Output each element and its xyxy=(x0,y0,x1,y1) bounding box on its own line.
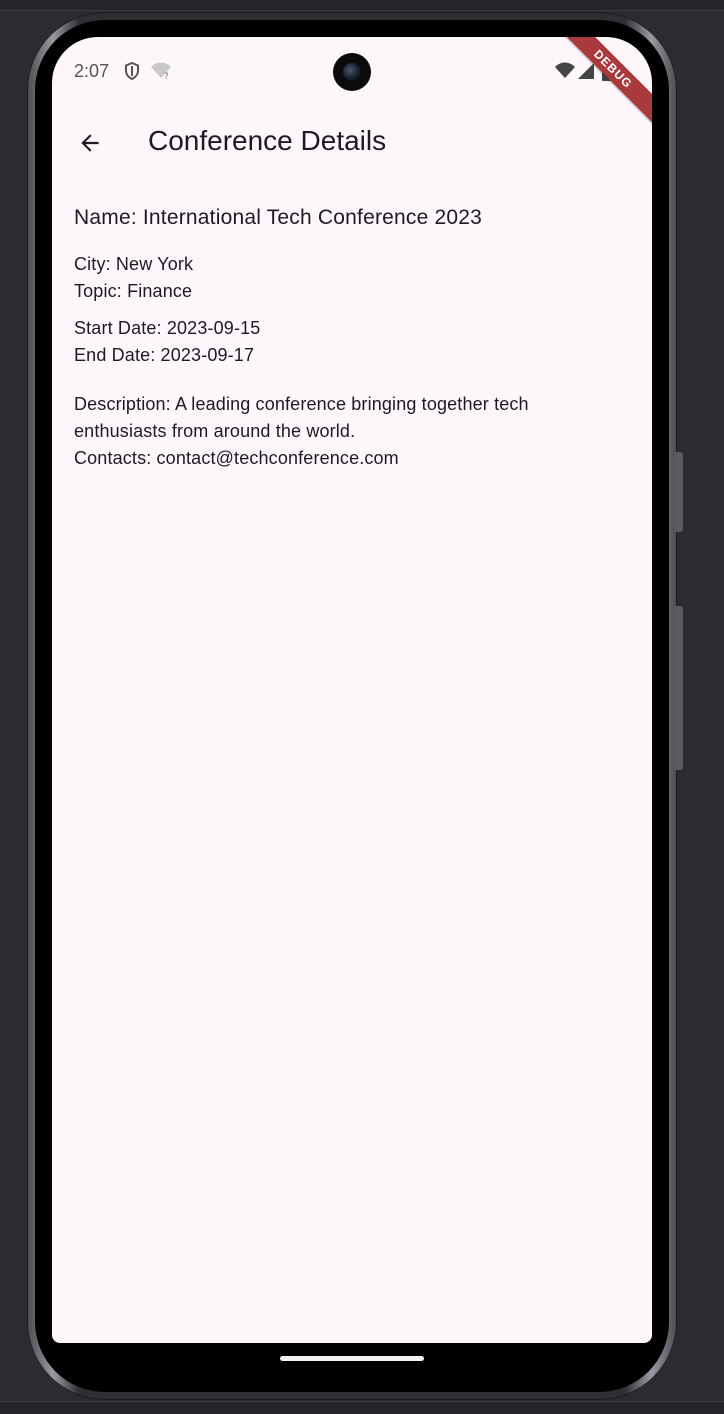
window-bottom-edge xyxy=(0,1401,724,1414)
page-title: Conference Details xyxy=(148,125,387,156)
debug-banner: DEBUG xyxy=(552,37,652,130)
wifi-question-icon: ? xyxy=(150,61,171,82)
conference-topic: Topic: Finance xyxy=(74,281,193,301)
conference-name: Name: International Tech Conference 2023 xyxy=(74,206,483,229)
svg-text:?: ? xyxy=(164,72,169,81)
phone-screen: 2:07 ? DEBUG Conference Details Name: In… xyxy=(52,37,652,1343)
front-camera xyxy=(333,53,371,91)
conference-description: Description: A leading conference bringi… xyxy=(74,394,529,441)
conference-details: Name: International Tech Conference 2023… xyxy=(74,203,594,472)
window-top-edge xyxy=(0,0,724,11)
status-time: 2:07 xyxy=(74,61,110,81)
conference-end-date: End Date: 2023-09-17 xyxy=(74,345,255,365)
back-button[interactable] xyxy=(70,123,110,163)
camera-lens xyxy=(343,63,361,81)
volume-button[interactable] xyxy=(675,452,683,532)
conference-start-date: Start Date: 2023-09-15 xyxy=(74,318,261,338)
desktop-background: 2:07 ? DEBUG Conference Details Name: In… xyxy=(0,0,724,1414)
wifi-icon xyxy=(554,61,576,81)
conference-contacts: Contacts: contact@techconference.com xyxy=(74,448,399,468)
arrow-back-icon xyxy=(81,134,99,152)
power-button[interactable] xyxy=(675,606,683,770)
shield-icon xyxy=(122,61,142,81)
home-gesture-bar[interactable] xyxy=(280,1356,424,1361)
conference-city: City: New York xyxy=(74,254,194,274)
